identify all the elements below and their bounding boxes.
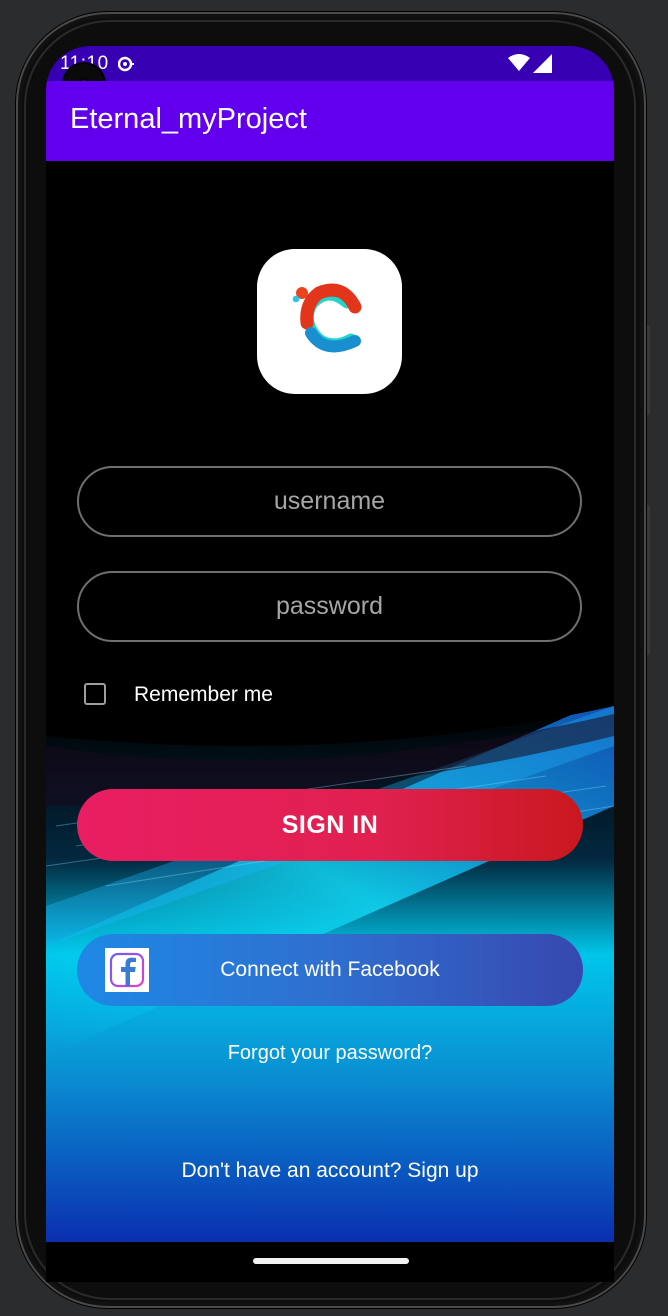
facebook-connect-button[interactable]: Connect with Facebook	[77, 934, 583, 1006]
app-logo	[257, 249, 402, 394]
app-logo-c-icon	[292, 283, 362, 353]
status-bar: 11:10	[46, 46, 614, 81]
app-bar: Eternal_myProject	[46, 81, 614, 161]
username-input[interactable]	[77, 466, 582, 537]
power-button	[646, 325, 650, 415]
home-gesture-handle[interactable]	[253, 1258, 409, 1264]
signal-icon	[533, 54, 552, 73]
remember-me-label: Remember me	[134, 683, 273, 706]
volume-button	[646, 505, 650, 655]
remember-me-row[interactable]: Remember me	[82, 679, 342, 711]
sign-in-button[interactable]: SIGN IN	[77, 789, 583, 861]
navigation-bar	[46, 1242, 614, 1282]
notification-icon	[118, 56, 134, 72]
forgot-password-link[interactable]: Forgot your password?	[46, 1042, 614, 1065]
emulator-stage: 11:10 Eternal_myProject	[0, 0, 668, 1316]
facebook-connect-label: Connect with Facebook	[220, 958, 440, 981]
sign-up-link[interactable]: Don't have an account? Sign up	[46, 1159, 614, 1183]
wifi-icon	[508, 54, 530, 71]
remember-me-checkbox[interactable]	[84, 683, 106, 705]
app-title: Eternal_myProject	[70, 103, 307, 135]
password-input[interactable]	[77, 571, 582, 642]
device-screen: 11:10 Eternal_myProject	[46, 46, 614, 1242]
